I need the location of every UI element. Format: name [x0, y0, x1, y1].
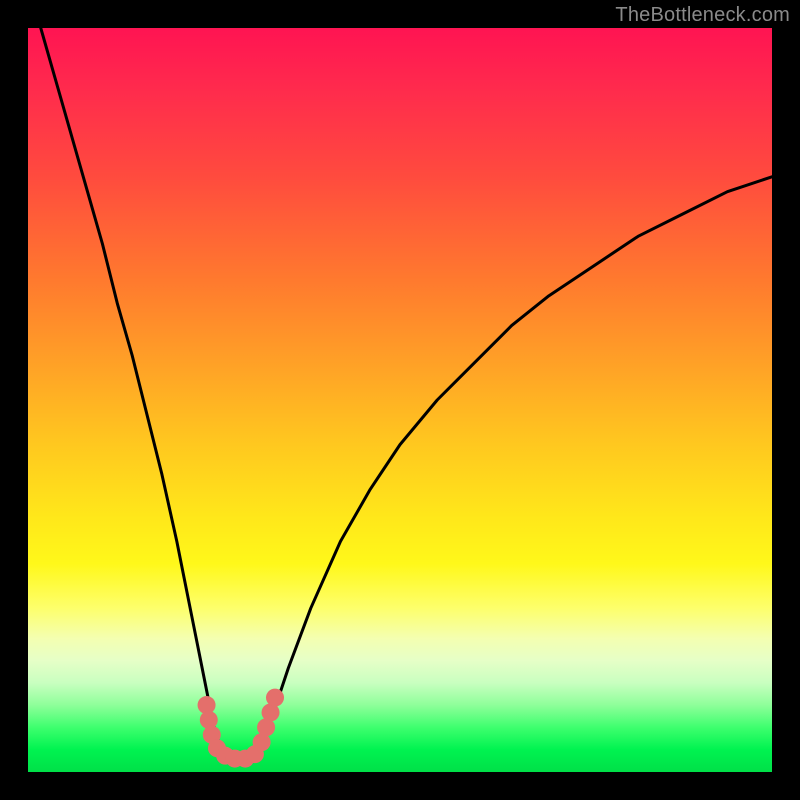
good-region-marker: [200, 711, 218, 729]
marker-group: [198, 689, 284, 768]
good-region-markers: [28, 28, 772, 772]
chart-area: [28, 28, 772, 772]
good-region-marker: [266, 689, 284, 707]
watermark-text: TheBottleneck.com: [615, 4, 790, 27]
